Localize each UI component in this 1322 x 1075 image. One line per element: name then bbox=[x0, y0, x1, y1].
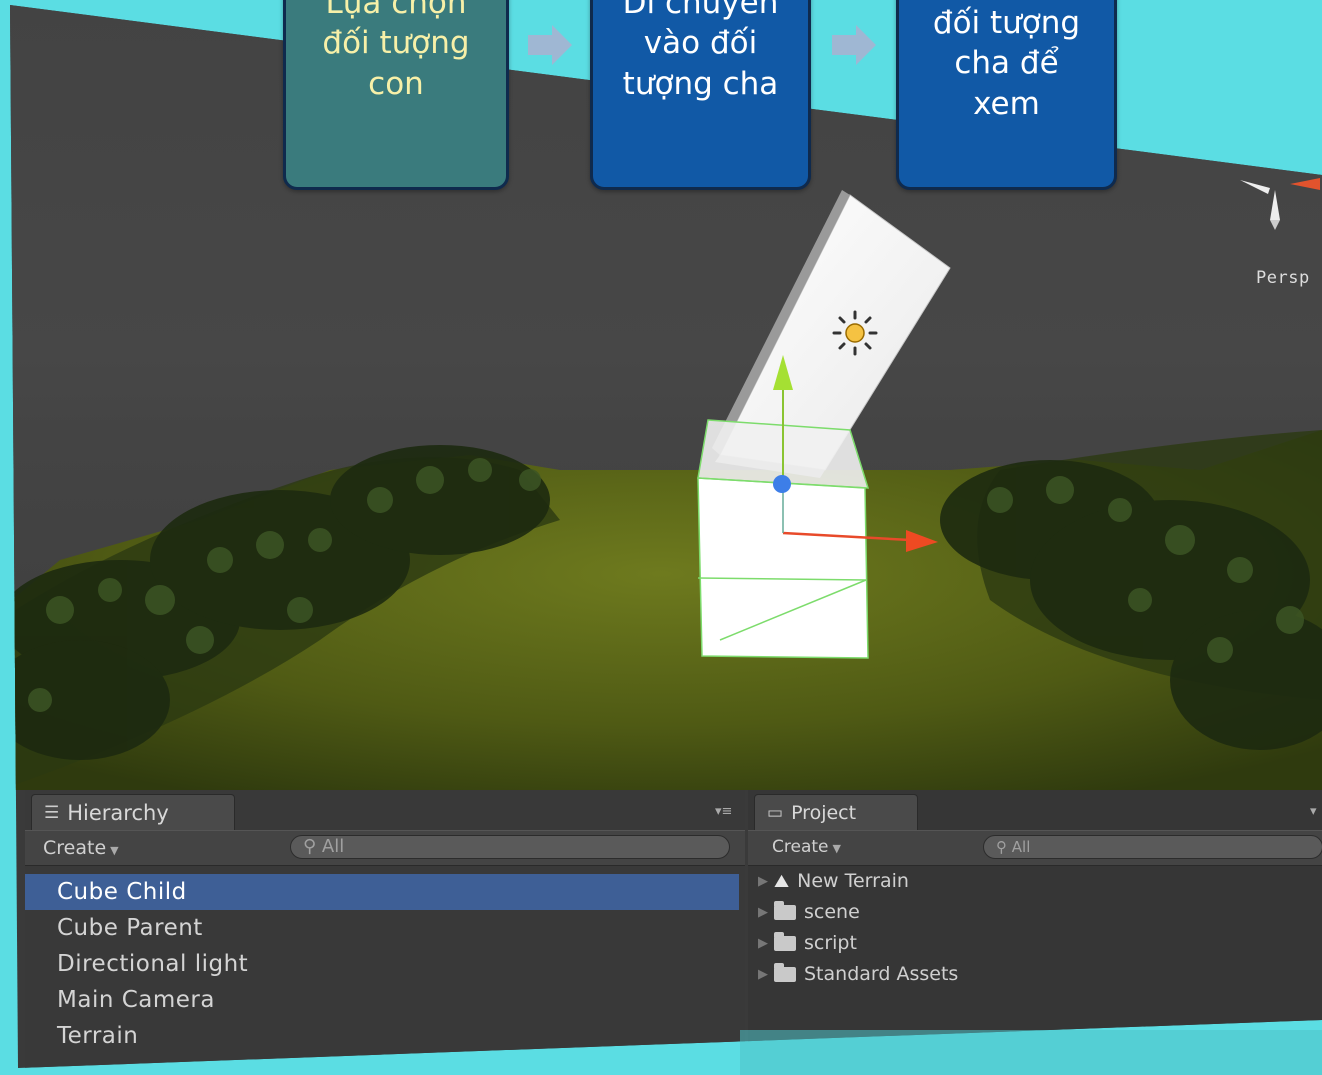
search-icon: ⚲ bbox=[996, 838, 1007, 856]
flow-step-line: Di chuyển bbox=[622, 0, 779, 21]
project-item-label: scene bbox=[804, 901, 860, 923]
flow-step-line: đối tượng bbox=[932, 5, 1081, 41]
hierarchy-item-main-camera[interactable]: Main Camera bbox=[25, 982, 745, 1018]
create-label: Create bbox=[43, 837, 107, 859]
hierarchy-item-directional-light[interactable]: Directional light bbox=[25, 946, 745, 982]
flow-step-line: đối tượng bbox=[322, 25, 470, 62]
panel-menu-icon[interactable]: ▾≡ bbox=[715, 804, 732, 819]
project-search-input[interactable]: ⚲ All bbox=[983, 835, 1322, 859]
expand-triangle-icon[interactable]: ▶ bbox=[758, 897, 768, 928]
flow-step-select-child: Lựa chọn đối tượng con bbox=[283, 0, 509, 190]
tab-project-label: Project bbox=[791, 801, 857, 824]
hierarchy-search-input[interactable]: ⚲ All bbox=[290, 835, 730, 859]
expand-triangle-icon[interactable]: ▶ bbox=[758, 959, 768, 990]
flow-step-line: cha để bbox=[954, 45, 1059, 82]
flow-step-view-parent: đối tượng cha để xem bbox=[896, 0, 1117, 190]
hierarchy-create-button[interactable]: Create ▼ bbox=[43, 837, 119, 859]
project-item-label: New Terrain bbox=[797, 870, 909, 892]
slide-background-band bbox=[740, 1030, 1322, 1075]
search-placeholder: All bbox=[1011, 838, 1031, 856]
search-placeholder: All bbox=[321, 836, 345, 857]
project-item-script[interactable]: ▶ script bbox=[758, 928, 958, 959]
list-icon: ☰ bbox=[44, 802, 60, 823]
chevron-down-icon: ▼ bbox=[832, 842, 841, 855]
hierarchy-item-terrain[interactable]: Terrain bbox=[25, 1018, 745, 1054]
arrow-right-icon bbox=[528, 25, 572, 65]
folder-icon bbox=[774, 932, 796, 951]
project-create-button[interactable]: Create ▼ bbox=[772, 837, 841, 857]
flow-step-move-into-parent: Di chuyển vào đối tượng cha bbox=[590, 0, 811, 190]
create-label: Create bbox=[772, 837, 829, 857]
arrow-right-icon bbox=[832, 25, 876, 65]
hierarchy-panel: ☰ Hierarchy ▾≡ Create ▼ ⚲ All Cube Child … bbox=[25, 790, 745, 1068]
flow-step-line: xem bbox=[973, 85, 1040, 122]
hierarchy-toolbar: Create ▼ ⚲ All bbox=[25, 830, 745, 866]
folder-icon bbox=[774, 963, 796, 982]
tab-hierarchy[interactable]: ☰ Hierarchy bbox=[31, 794, 235, 830]
project-toolbar: Create ▼ ⚲ All bbox=[748, 830, 1322, 866]
panel-menu-icon[interactable]: ▾ bbox=[1310, 804, 1317, 819]
hierarchy-list: Cube Child Cube Parent Directional light… bbox=[25, 874, 745, 1054]
tab-project[interactable]: ▭ Project bbox=[754, 794, 918, 830]
flow-step-line: Lựa chọn bbox=[325, 0, 467, 21]
terrain-icon: ⛰ bbox=[774, 871, 790, 892]
project-item-new-terrain[interactable]: ▶ ⛰ New Terrain bbox=[758, 866, 958, 897]
hierarchy-item-cube-parent[interactable]: Cube Parent bbox=[25, 910, 745, 946]
project-item-standard-assets[interactable]: ▶ Standard Assets bbox=[758, 959, 958, 990]
persp-label[interactable]: Persp bbox=[1256, 268, 1310, 288]
project-list: ▶ ⛰ New Terrain ▶ scene ▶ script ▶ Stand… bbox=[758, 866, 958, 990]
project-item-scene[interactable]: ▶ scene bbox=[758, 897, 958, 928]
flow-step-line: vào đối bbox=[643, 25, 758, 62]
project-item-label: Standard Assets bbox=[804, 963, 959, 985]
expand-triangle-icon[interactable]: ▶ bbox=[758, 928, 768, 959]
expand-triangle-icon[interactable]: ▶ bbox=[758, 866, 768, 897]
light-icon bbox=[832, 310, 878, 356]
project-item-label: script bbox=[804, 932, 857, 954]
search-icon: ⚲ bbox=[303, 836, 317, 857]
chevron-down-icon: ▼ bbox=[110, 844, 119, 857]
tab-hierarchy-label: Hierarchy bbox=[67, 800, 169, 825]
folder-icon bbox=[774, 901, 796, 920]
hierarchy-item-cube-child[interactable]: Cube Child bbox=[25, 874, 739, 910]
folder-icon: ▭ bbox=[767, 802, 784, 823]
scene-orientation-gizmo-icon[interactable] bbox=[1230, 170, 1320, 250]
flow-step-line: con bbox=[368, 65, 424, 102]
flow-step-line: tượng cha bbox=[622, 65, 779, 102]
